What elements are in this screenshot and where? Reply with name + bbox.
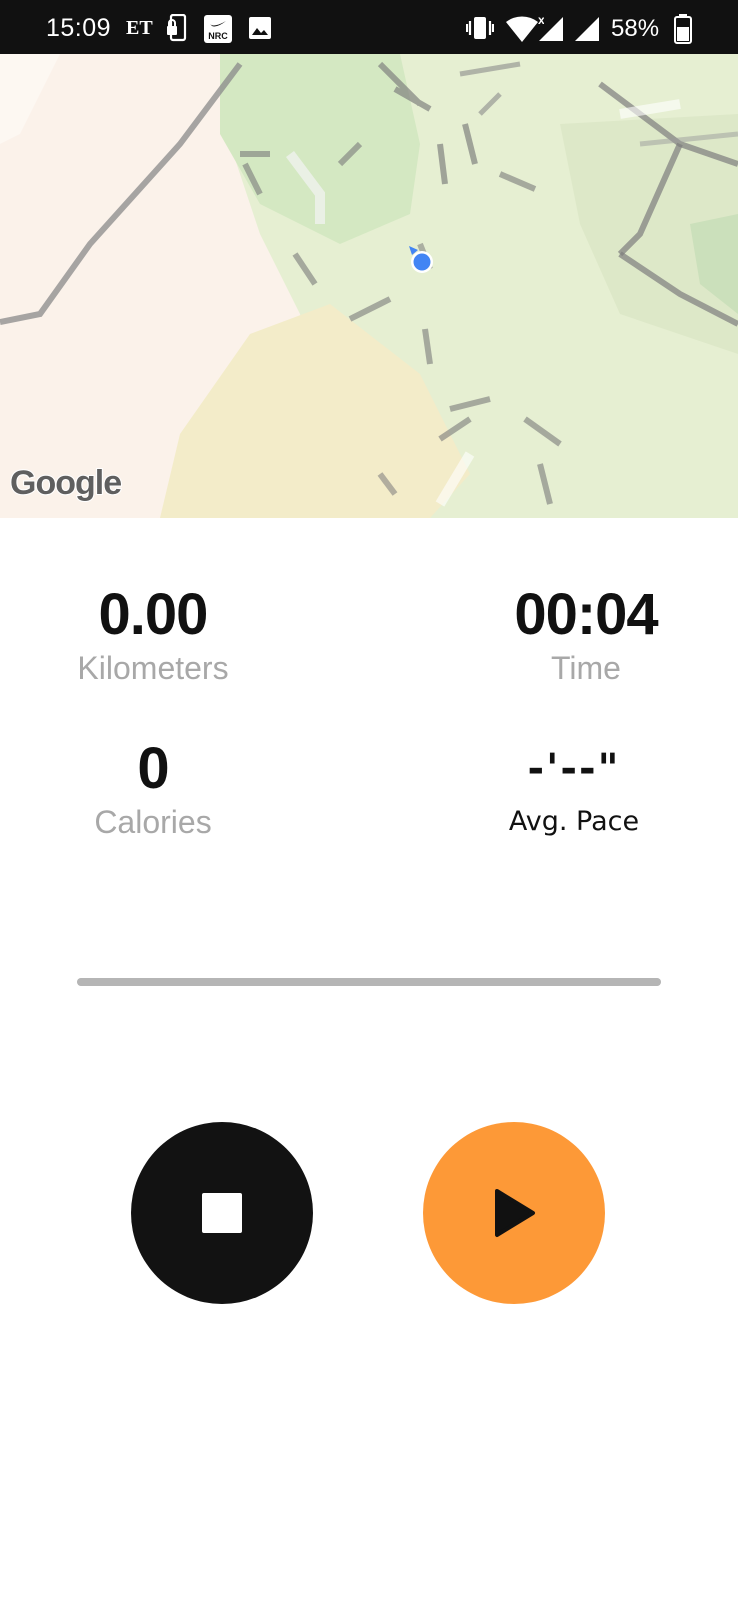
distance-value: 0.00: [98, 582, 209, 647]
nrc-app-icon: NRC: [204, 15, 232, 48]
time-value: 00:04: [514, 582, 658, 647]
status-bar: 15:09 ET NRC x 58%: [0, 0, 738, 54]
vibrate-icon: [465, 15, 495, 46]
battery-percent: 58%: [611, 15, 660, 42]
stop-icon: [202, 1193, 242, 1233]
time-stat: 00:04 Time: [436, 584, 736, 688]
time-label: Time: [551, 650, 621, 686]
calories-stat: 0 Calories: [3, 738, 303, 842]
run-progress-bar: [77, 978, 661, 986]
status-time: 15:09: [46, 14, 112, 42]
pace-value: -'--": [527, 746, 621, 792]
map-view[interactable]: Google: [0, 54, 738, 518]
stop-button[interactable]: [131, 1122, 313, 1304]
google-logo: Google: [9, 463, 123, 503]
distance-stat: 0.00 Kilometers: [3, 584, 303, 688]
phone-lock-icon: [166, 13, 188, 47]
run-progress-fill: [77, 978, 661, 986]
pace-stat: -'--" Avg. Pace: [424, 738, 724, 842]
location-dot-icon: [409, 246, 433, 273]
map-tiles: [0, 54, 738, 518]
battery-icon: [674, 14, 692, 49]
signal-icon: [538, 16, 564, 47]
calories-label: Calories: [94, 804, 212, 840]
resume-button[interactable]: [423, 1122, 605, 1304]
pace-label: Avg. Pace: [508, 806, 640, 837]
image-icon: [248, 16, 272, 45]
carrier-label: ET: [126, 17, 153, 39]
signal-icon: [574, 16, 600, 47]
run-tracking-screen: 15:09 ET NRC x 58% Google 0.00 Kilometer…: [0, 0, 738, 1600]
calories-value: 0: [137, 736, 169, 801]
nrc-badge-text: NRC: [208, 31, 228, 41]
play-icon: [495, 1189, 535, 1237]
distance-label: Kilometers: [77, 650, 229, 686]
